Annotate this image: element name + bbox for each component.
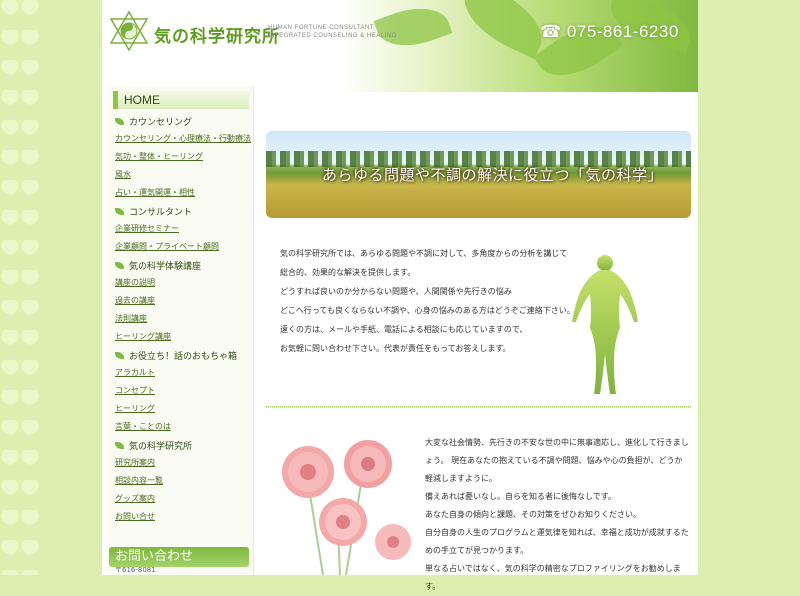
body-paragraph: あなた自身の傾向と課題、その対策をぜひお知りください。: [425, 510, 641, 519]
leaf-icon: [115, 262, 124, 269]
leaf-icon: [115, 208, 124, 215]
woman-silhouette-image: [572, 255, 638, 394]
hero-banner: あらゆる問題や不調の解決に役立つ「気の科学」: [266, 131, 691, 218]
body-paragraph: 単なる占いではなく、気の科学の精密なプロファイリングをお勧めします。: [425, 564, 681, 591]
section-divider: [266, 406, 691, 408]
nav-link-counseling-therapy[interactable]: カウンセリング・心理療法・行動療法: [107, 130, 253, 148]
nav-section-institute: 気の科学研究所: [107, 437, 253, 454]
body-paragraph: 自分自身の人生のプログラムと運気律を知れば、幸福と成功が成就するための手立てが見…: [425, 528, 689, 555]
intro-text: 気の科学研究所では、あらゆる問題や不調に対して、多角度からの分析を講じて 総合的…: [280, 244, 580, 358]
nav-link-advisor[interactable]: 企業顧問・プライベート顧問: [107, 238, 253, 256]
body-text: 大変な社会情勢、先行きの不安な世の中に無事適応し、進化して行きましょう。 現在あ…: [425, 434, 689, 596]
nav-link-qigong[interactable]: 気功・整体・ヒーリング: [107, 148, 253, 166]
nav-section-course: 気の科学体験講座: [107, 257, 253, 274]
contact-postal: 〒616-8081: [115, 566, 156, 574]
sidebar-nav: HOME カウンセリング カウンセリング・心理療法・行動療法 気功・整体・ヒーリ…: [107, 86, 254, 575]
tagline-line-1: HUMAN FORTUNE CONSULTANT: [268, 25, 375, 31]
nav-link-healing[interactable]: ヒーリング: [107, 400, 253, 418]
nav-link-law-course[interactable]: 法則講座: [107, 310, 253, 328]
site-tagline: HUMAN FORTUNE CONSULTANT INTEGRATED COUN…: [268, 24, 397, 40]
right-decoration: [698, 0, 800, 575]
nav-link-past-courses[interactable]: 過去の講座: [107, 292, 253, 310]
nav-link-course-description[interactable]: 講座の説明: [107, 274, 253, 292]
intro-line: どこへ行っても良くならない不調や、心身の悩みのある方はどうぞご連絡下さい。: [280, 306, 575, 315]
nav-link-words[interactable]: 言葉・ことのは: [107, 418, 253, 436]
nav-link-consultation-list[interactable]: 相談内容一覧: [107, 472, 253, 490]
leaf-icon: [115, 118, 124, 125]
nav-section-consultant: コンサルタント: [107, 203, 253, 220]
intro-line: 遠くの方は、メールや手紙、電話による相談にも応じていますので、: [280, 325, 528, 334]
body-paragraph: 大変な社会情勢、先行きの不安な世の中に無事適応し、進化して行きましょう。 現在あ…: [425, 438, 689, 483]
nav-section-title: カウンセリング: [129, 118, 193, 128]
intro-line: どうすれば良いのか分からない問題や、人間関係や先行きの悩み: [280, 287, 512, 296]
phone-number: ☎ 075-861-6230: [540, 22, 679, 42]
contact-banner[interactable]: お問い合わせ: [109, 547, 249, 567]
nav-link-goods[interactable]: グッズ案内: [107, 490, 253, 508]
logo-icon[interactable]: [108, 10, 150, 52]
nav-link-corporate-seminar[interactable]: 企業研修セミナー: [107, 220, 253, 238]
nav-link-fortune[interactable]: 占い・運気開運・相性: [107, 184, 253, 202]
site-title[interactable]: 気の科学研究所: [154, 22, 280, 47]
nav-link-concept[interactable]: コンセプト: [107, 382, 253, 400]
nav-section-title: コンサルタント: [129, 208, 193, 218]
phone-icon: ☎: [540, 22, 567, 41]
body-paragraph: 備えあれば憂いなし。自らを知る者に後悔なしです。: [425, 492, 616, 501]
nav-link-contact[interactable]: お問い合せ: [107, 508, 253, 526]
nav-link-healing-course[interactable]: ヒーリング講座: [107, 328, 253, 346]
left-decoration: [0, 0, 40, 575]
header-leaf-image: [338, 0, 698, 92]
intro-line: お気軽に問い合わせ下さい。代表が責任をもってお答えします。: [280, 344, 511, 353]
nav-section-title: お役立ち！話のおもちゃ箱: [129, 352, 238, 362]
intro-line: 気の科学研究所では、あらゆる問題や不調に対して、多角度からの分析を講じて: [280, 249, 568, 258]
flower-image: [282, 440, 411, 575]
tagline-line-2: INTEGRATED COUNSELING & HEALING: [268, 33, 397, 39]
phone-number-text: 075-861-6230: [566, 22, 679, 41]
nav-home[interactable]: HOME: [113, 91, 249, 109]
nav-section-title: 気の科学体験講座: [129, 262, 202, 272]
nav-link-alacarte[interactable]: アラカルト: [107, 364, 253, 382]
leaf-icon: [115, 442, 124, 449]
leaf-icon: [115, 352, 124, 359]
nav-link-fengshui[interactable]: 風水: [107, 166, 253, 184]
nav-link-institute-info[interactable]: 研究所案内: [107, 454, 253, 472]
intro-line: 総合的、効果的な解決を提供します。: [280, 268, 416, 277]
nav-section-title: 気の科学研究所: [129, 442, 193, 452]
banner-caption: あらゆる問題や不調の解決に役立つ「気の科学」: [322, 166, 664, 184]
nav-section-toybox: お役立ち！話のおもちゃ箱: [107, 347, 253, 364]
nav-section-counseling: カウンセリング: [107, 113, 253, 130]
